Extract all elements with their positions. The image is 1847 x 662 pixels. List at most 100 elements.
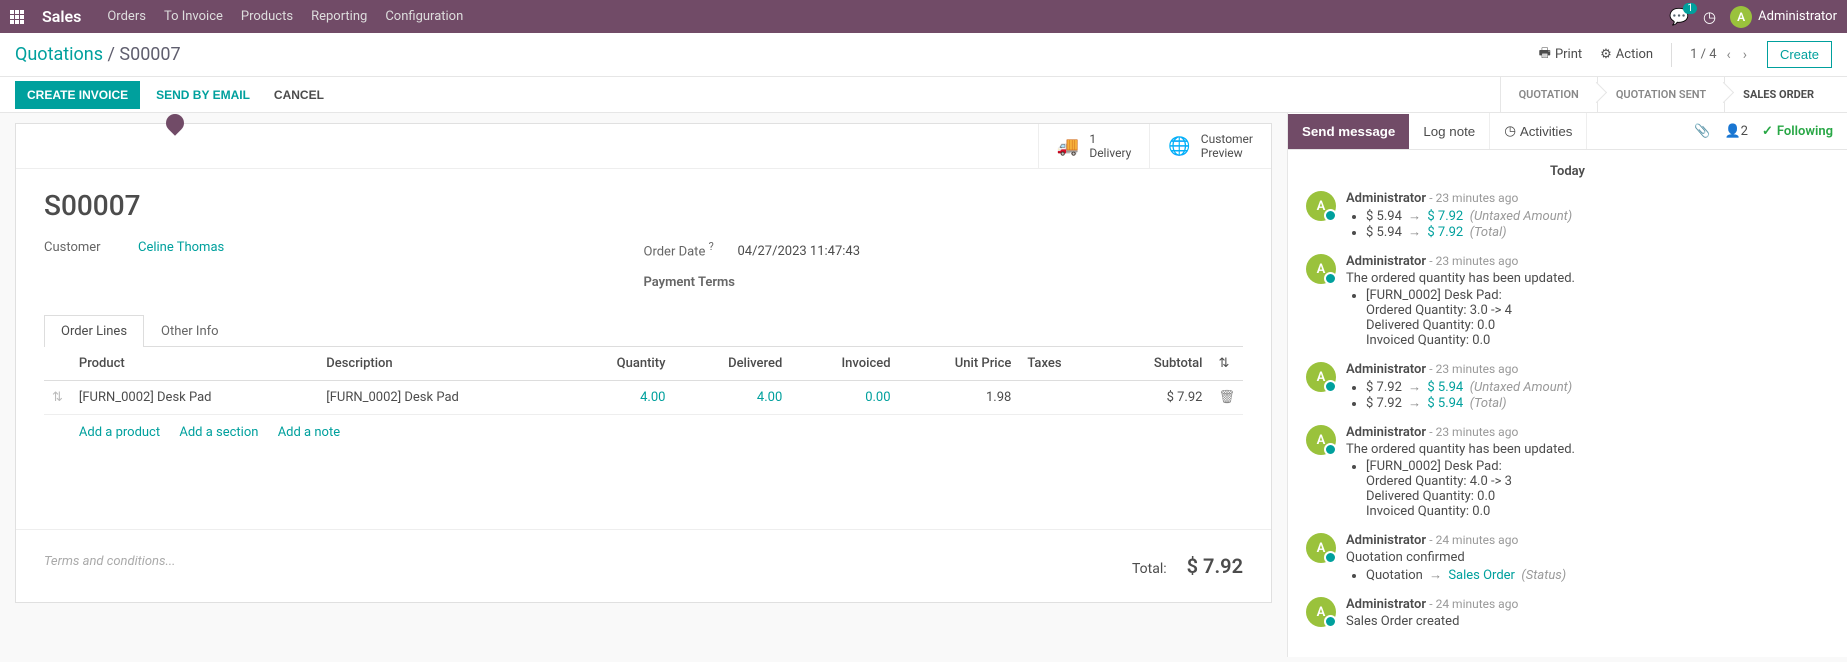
followers-button[interactable]: 👤2 bbox=[1724, 124, 1748, 139]
orderdate-field: 04/27/2023 11:47:43 bbox=[738, 244, 861, 259]
message-content: The ordered quantity has been updated.[F… bbox=[1346, 271, 1829, 348]
cell-delivered[interactable]: 4.00 bbox=[673, 381, 790, 415]
message-author: Administrator bbox=[1346, 254, 1426, 269]
table-row[interactable]: ⇅ [FURN_0002] Desk Pad [FURN_0002] Desk … bbox=[44, 381, 1243, 415]
check-icon: ✓ bbox=[1762, 124, 1773, 139]
customer-field[interactable]: Celine Thomas bbox=[138, 240, 224, 255]
message: AAdministrator - 23 minutes ago$ 7.92 → … bbox=[1306, 362, 1829, 411]
col-description[interactable]: Description bbox=[318, 347, 565, 381]
top-menu: Orders To Invoice Products Reporting Con… bbox=[107, 9, 463, 24]
send-message-button[interactable]: Send message bbox=[1288, 114, 1409, 149]
print-button[interactable]: 🖶 Print bbox=[1539, 44, 1582, 66]
pager: 1 / 4 ‹ › bbox=[1690, 47, 1749, 63]
message-content: The ordered quantity has been updated.[F… bbox=[1346, 442, 1829, 519]
menu-to-invoice[interactable]: To Invoice bbox=[164, 9, 223, 24]
message-author: Administrator bbox=[1346, 597, 1426, 612]
col-unitprice[interactable]: Unit Price bbox=[899, 347, 1020, 381]
print-icon: 🖶 bbox=[1539, 44, 1551, 66]
col-quantity[interactable]: Quantity bbox=[566, 347, 674, 381]
order-name: S00007 bbox=[44, 189, 1243, 222]
user-avatar: A bbox=[1730, 6, 1752, 28]
message-avatar: A bbox=[1306, 362, 1336, 392]
message-time: - 23 minutes ago bbox=[1429, 362, 1518, 376]
message-separator: Today bbox=[1306, 164, 1829, 179]
add-product-link[interactable]: Add a product bbox=[79, 425, 160, 440]
drag-handle-icon[interactable]: ⇅ bbox=[44, 381, 71, 415]
message-content: Sales Order created bbox=[1346, 614, 1829, 629]
menu-orders[interactable]: Orders bbox=[107, 9, 146, 24]
cell-product[interactable]: [FURN_0002] Desk Pad bbox=[71, 381, 318, 415]
cell-description[interactable]: [FURN_0002] Desk Pad bbox=[318, 381, 565, 415]
pager-prev[interactable]: ‹ bbox=[1725, 47, 1733, 63]
orderdate-label: Order Date ? bbox=[644, 240, 724, 259]
status-steps: QUOTATION QUOTATION SENT SALES ORDER bbox=[1500, 77, 1832, 113]
pager-value[interactable]: 1 / 4 bbox=[1690, 47, 1716, 62]
message-author: Administrator bbox=[1346, 425, 1426, 440]
messaging-icon[interactable]: 💬 1 bbox=[1669, 7, 1689, 26]
menu-configuration[interactable]: Configuration bbox=[385, 9, 463, 24]
following-button[interactable]: ✓ Following bbox=[1762, 124, 1833, 139]
control-panel: Quotations / S00007 🖶 Print ⚙ Action 1 /… bbox=[0, 33, 1847, 77]
message: A Administrator - 24 minutes ago Sales Ord… bbox=[1306, 597, 1829, 629]
col-product[interactable]: Product bbox=[71, 347, 318, 381]
pager-next[interactable]: › bbox=[1741, 47, 1749, 63]
app-title[interactable]: Sales bbox=[42, 7, 81, 26]
col-subtotal[interactable]: Subtotal bbox=[1103, 347, 1211, 381]
cell-quantity[interactable]: 4.00 bbox=[566, 381, 674, 415]
cell-subtotal: $ 7.92 bbox=[1103, 381, 1211, 415]
tab-other-info[interactable]: Other Info bbox=[144, 315, 236, 347]
chatter-topbar: Send message Log note ◷ Activities 📎 👤2 … bbox=[1288, 113, 1847, 150]
menu-products[interactable]: Products bbox=[241, 9, 293, 24]
activities-button[interactable]: ◷ Activities bbox=[1489, 113, 1587, 149]
cell-unitprice[interactable]: 1.98 bbox=[899, 381, 1020, 415]
terms-field[interactable]: Terms and conditions... bbox=[44, 554, 1132, 578]
col-invoiced[interactable]: Invoiced bbox=[790, 347, 898, 381]
menu-reporting[interactable]: Reporting bbox=[311, 9, 367, 24]
create-button[interactable]: Create bbox=[1767, 41, 1832, 68]
message-time: - 24 minutes ago bbox=[1429, 533, 1518, 547]
customer-label: Customer bbox=[44, 240, 124, 255]
create-invoice-button[interactable]: CREATE INVOICE bbox=[15, 81, 140, 109]
delete-row-icon[interactable]: 🗑 bbox=[1210, 381, 1243, 415]
message-time: - 24 minutes ago bbox=[1429, 597, 1518, 611]
col-delivered[interactable]: Delivered bbox=[673, 347, 790, 381]
cell-taxes[interactable] bbox=[1019, 381, 1102, 415]
message-avatar: A bbox=[1306, 533, 1336, 563]
payment-terms-label: Payment Terms bbox=[644, 275, 736, 290]
cell-invoiced[interactable]: 0.00 bbox=[790, 381, 898, 415]
cancel-button[interactable]: CANCEL bbox=[266, 81, 332, 109]
attachment-icon[interactable]: 📎 bbox=[1694, 124, 1710, 139]
message: AAdministrator - 24 minutes agoQuotation… bbox=[1306, 533, 1829, 583]
customer-preview-button[interactable]: 🌐 CustomerPreview bbox=[1149, 124, 1271, 168]
tab-order-lines[interactable]: Order Lines bbox=[44, 315, 144, 347]
gear-icon: ⚙ bbox=[1600, 47, 1612, 62]
col-taxes[interactable]: Taxes bbox=[1019, 347, 1102, 381]
send-by-email-button[interactable]: SEND BY EMAIL bbox=[148, 81, 258, 109]
user-menu[interactable]: A Administrator bbox=[1730, 6, 1837, 28]
message-time: - 23 minutes ago bbox=[1429, 425, 1518, 439]
total-value: $ 7.92 bbox=[1187, 554, 1243, 578]
action-button[interactable]: ⚙ Action bbox=[1600, 47, 1653, 62]
form-sheet: 🚚 1Delivery 🌐 CustomerPreview S00007 Cus… bbox=[15, 123, 1272, 603]
status-quotation[interactable]: QUOTATION bbox=[1500, 77, 1597, 113]
delivery-stat-button[interactable]: 🚚 1Delivery bbox=[1038, 124, 1149, 168]
activities-icon[interactable]: ◷ bbox=[1703, 8, 1716, 26]
breadcrumb-root[interactable]: Quotations bbox=[15, 44, 103, 65]
chatter-messages: Today AAdministrator - 23 minutes ago$ 5… bbox=[1288, 150, 1847, 657]
message-avatar: A bbox=[1306, 597, 1336, 627]
add-note-link[interactable]: Add a note bbox=[278, 425, 340, 440]
top-navbar: Sales Orders To Invoice Products Reporti… bbox=[0, 0, 1847, 33]
message-author: Administrator bbox=[1346, 191, 1426, 206]
add-section-link[interactable]: Add a section bbox=[179, 425, 258, 440]
status-sales-order[interactable]: SALES ORDER bbox=[1724, 77, 1832, 113]
message: A Administrator - 23 minutes ago The order… bbox=[1306, 425, 1829, 519]
message-avatar: A bbox=[1306, 425, 1336, 455]
log-note-button[interactable]: Log note bbox=[1409, 114, 1489, 149]
apps-icon[interactable] bbox=[10, 10, 24, 24]
status-quotation-sent[interactable]: QUOTATION SENT bbox=[1597, 77, 1724, 113]
user-name: Administrator bbox=[1758, 9, 1837, 24]
tabs: Order Lines Other Info bbox=[44, 314, 1243, 347]
message: AAdministrator - 23 minutes ago$ 5.94 → … bbox=[1306, 191, 1829, 240]
message-content: Quotation confirmedQuotation → Sales Ord… bbox=[1346, 550, 1829, 583]
settings-icon[interactable]: ⇅ bbox=[1218, 356, 1229, 371]
